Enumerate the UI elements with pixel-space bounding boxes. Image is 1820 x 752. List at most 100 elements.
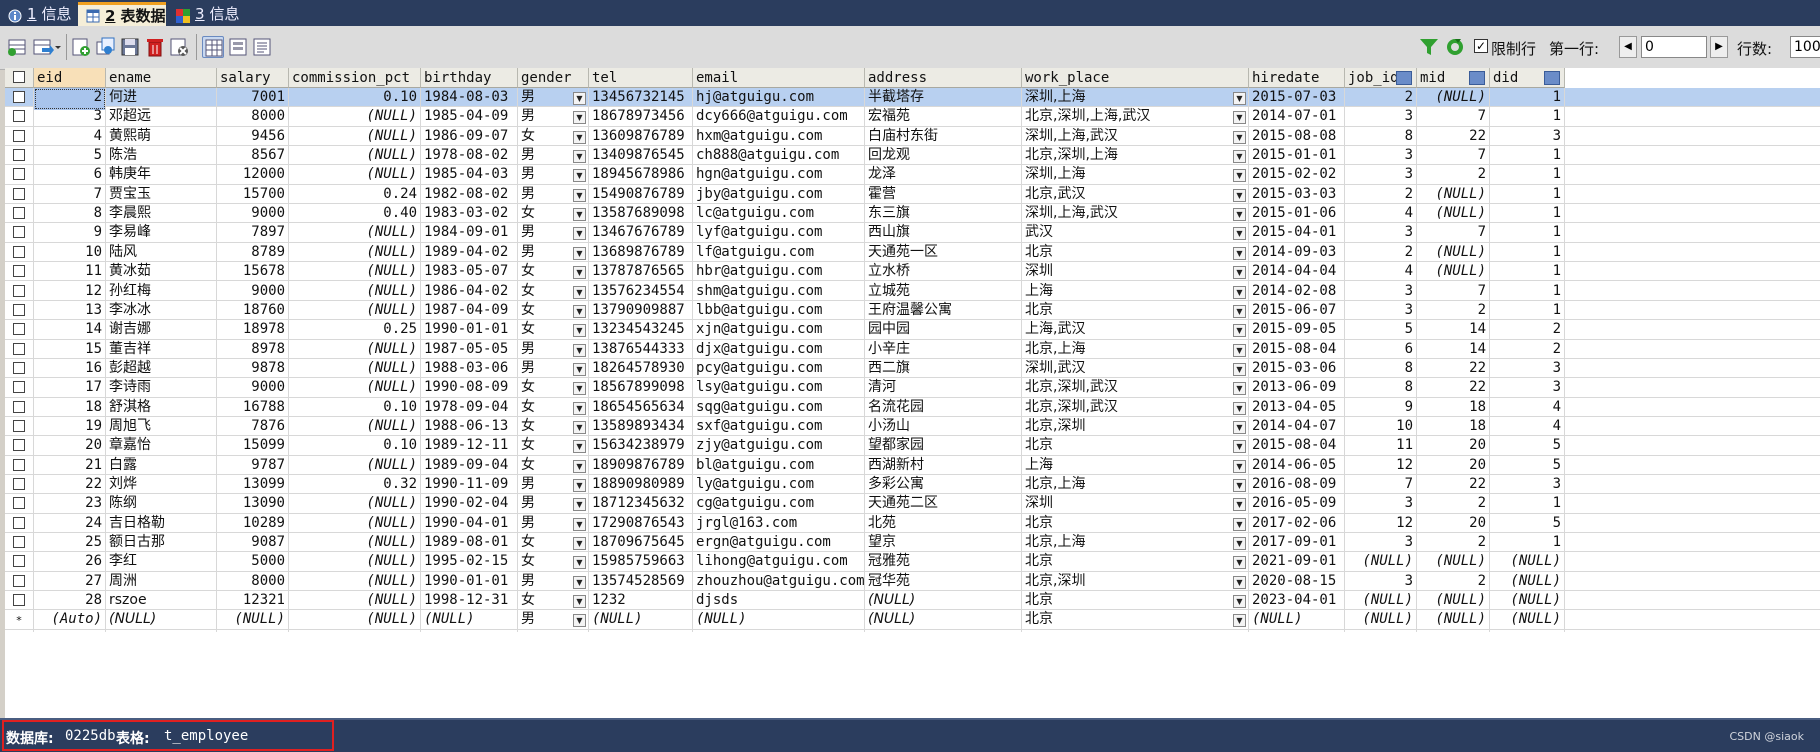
row-checkbox[interactable] [13, 91, 25, 103]
dropdown-arrow-icon[interactable]: ▼ [1233, 246, 1246, 260]
row-checkbox[interactable] [13, 168, 25, 181]
dropdown-arrow-icon[interactable]: ▼ [573, 537, 586, 551]
dropdown-arrow-icon[interactable]: ▼ [573, 382, 586, 396]
dropdown-arrow-icon[interactable]: ▼ [1233, 324, 1246, 338]
row-checkbox[interactable] [13, 458, 25, 471]
dropdown-arrow-icon[interactable]: ▼ [573, 246, 586, 260]
dropdown-arrow-icon[interactable]: ▼ [573, 556, 586, 570]
row-checkbox[interactable] [13, 245, 25, 258]
row-checkbox[interactable] [13, 187, 25, 200]
dropdown-arrow-icon[interactable]: ▼ [1233, 92, 1246, 105]
dropdown-arrow-icon[interactable]: ▼ [1233, 459, 1246, 473]
row-checkbox[interactable] [13, 342, 25, 355]
column-header-ename[interactable]: ename [106, 68, 217, 88]
dropdown-arrow-icon[interactable]: ▼ [1233, 130, 1246, 144]
dropdown-arrow-icon[interactable]: ▼ [573, 150, 586, 164]
dropdown-arrow-icon[interactable]: ▼ [573, 188, 586, 202]
dropdown-arrow-icon[interactable]: ▼ [1233, 498, 1246, 512]
form-view-icon[interactable] [227, 36, 249, 58]
row-checkbox[interactable] [13, 381, 25, 394]
table-row[interactable]: 10 陆风 8789 (NULL) 1989-04-02 男 ▼ 13689876789 lf@… [5, 242, 1820, 265]
table-row[interactable]: 28 rszoe 12321 (NULL) 1998-12-31 女 ▼ 1232 djsds (… [5, 591, 1820, 614]
table-row[interactable]: 26 李红 5000 (NULL) 1995-02-15 女 ▼ 15985759663 lih… [5, 552, 1820, 575]
dropdown-arrow-icon[interactable]: ▼ [1233, 169, 1246, 183]
export-menu-icon[interactable] [32, 36, 62, 58]
delete-icon[interactable] [144, 36, 166, 58]
table-row[interactable]: 17 李诗雨 9000 (NULL) 1990-08-09 女 ▼ 18567899098 ls… [5, 378, 1820, 401]
limit-rows-checkbox[interactable]: ✓ [1474, 39, 1488, 53]
dropdown-arrow-icon[interactable]: ▼ [1233, 575, 1246, 589]
table-row[interactable]: 22 刘烨 13099 0.32 1990-11-09 男 ▼ 18890980989 ly@a… [5, 475, 1820, 497]
cell-eid[interactable]: (Auto) [34, 610, 106, 633]
dropdown-arrow-icon[interactable]: ▼ [1233, 595, 1246, 609]
cell-gender[interactable]: 男 ▼ [518, 610, 589, 633]
table-row[interactable]: 12 孙红梅 9000 (NULL) 1986-04-02 女 ▼ 13576234554 sh… [5, 281, 1820, 304]
table-row[interactable]: 5 陈浩 8567 (NULL) 1978-08-02 男 ▼ 13409876545 ch88… [5, 146, 1820, 169]
row-checkbox[interactable] [13, 265, 25, 278]
row-checkbox[interactable] [13, 149, 25, 162]
add-row-icon[interactable] [70, 36, 92, 58]
save-icon[interactable] [119, 36, 141, 58]
cell-did[interactable]: (NULL) [1490, 610, 1565, 633]
dropdown-arrow-icon[interactable]: ▼ [1233, 208, 1246, 222]
insert-row-icon[interactable] [6, 36, 28, 58]
cell-address[interactable]: (NULL) [865, 610, 1022, 633]
dropdown-arrow-icon[interactable]: ▼ [573, 92, 586, 105]
column-header-gender[interactable]: gender [518, 68, 589, 88]
row-checkbox[interactable] [13, 226, 25, 239]
dropdown-arrow-icon[interactable]: ▼ [573, 420, 586, 434]
row-checkbox[interactable] [13, 400, 25, 413]
select-all-header[interactable] [5, 68, 34, 88]
row-checkbox[interactable] [13, 497, 25, 510]
dropdown-arrow-icon[interactable]: ▼ [1233, 227, 1246, 241]
dropdown-arrow-icon[interactable]: ▼ [573, 343, 586, 357]
row-checkbox[interactable] [13, 284, 25, 297]
dropdown-arrow-icon[interactable]: ▼ [1233, 401, 1246, 415]
row-checkbox[interactable] [13, 439, 25, 452]
dropdown-arrow-icon[interactable]: ▼ [573, 614, 586, 628]
dropdown-arrow-icon[interactable]: ▼ [573, 479, 586, 492]
select-all-checkbox[interactable] [13, 71, 25, 83]
tab-info-3[interactable]: 3 信息 [168, 2, 248, 26]
dropdown-arrow-icon[interactable]: ▼ [573, 498, 586, 512]
table-row[interactable]: 9 李易峰 7897 (NULL) 1984-09-01 男 ▼ 13467676789 lyf… [5, 223, 1820, 246]
dropdown-arrow-icon[interactable]: ▼ [573, 227, 586, 241]
table-row[interactable]: 13 李冰冰 18760 (NULL) 1987-04-09 女 ▼ 13790909887 l… [5, 300, 1820, 323]
row-checkbox[interactable] [13, 478, 25, 490]
dropdown-arrow-icon[interactable]: ▼ [1233, 343, 1246, 357]
cell-hiredate[interactable]: (NULL) [1249, 610, 1345, 633]
duplicate-row-icon[interactable] [95, 36, 117, 58]
next-page-button[interactable]: ▶ [1710, 36, 1728, 58]
dropdown-arrow-icon[interactable]: ▼ [1233, 420, 1246, 434]
column-header-did[interactable]: did [1490, 68, 1565, 88]
table-row[interactable]: 25 额日古那 9087 (NULL) 1989-08-01 女 ▼ 18709675645 e… [5, 533, 1820, 556]
column-header-hiredate[interactable]: hiredate [1249, 68, 1345, 88]
dropdown-arrow-icon[interactable]: ▼ [1233, 111, 1246, 125]
row-checkbox[interactable] [13, 129, 25, 142]
dropdown-arrow-icon[interactable]: ▼ [573, 362, 586, 376]
grid-view-icon[interactable] [202, 36, 224, 58]
dropdown-arrow-icon[interactable]: ▼ [573, 169, 586, 183]
table-row[interactable]: 23 陈纲 13090 (NULL) 1990-02-04 男 ▼ 18712345632 cg… [5, 494, 1820, 517]
column-header-email[interactable]: email [693, 68, 865, 88]
row-checkbox[interactable] [13, 516, 25, 529]
column-header-salary[interactable]: salary [217, 68, 289, 88]
dropdown-arrow-icon[interactable]: ▼ [1233, 150, 1246, 164]
dropdown-arrow-icon[interactable]: ▼ [573, 517, 586, 531]
table-row[interactable]: 18 舒淇格 16788 0.10 1978-09-04 女 ▼ 18654565634 sqg… [5, 397, 1820, 420]
row-checkbox[interactable] [13, 419, 25, 432]
row-checkbox[interactable] [13, 594, 25, 607]
table-row[interactable]: 20 章嘉怡 15099 0.10 1989-12-11 女 ▼ 15634238979 zjy… [5, 436, 1820, 459]
row-checkbox[interactable] [13, 574, 25, 587]
row-checkbox[interactable] [13, 555, 25, 568]
row-checkbox[interactable] [13, 361, 25, 374]
dropdown-arrow-icon[interactable]: ▼ [1233, 304, 1246, 318]
text-view-icon[interactable] [251, 36, 273, 58]
table-row[interactable]: 27 周洲 8000 (NULL) 1990-01-01 男 ▼ 13574528569 zho… [5, 571, 1820, 594]
cell-email[interactable]: (NULL) [693, 610, 865, 633]
cell-job-id[interactable]: (NULL) [1345, 610, 1417, 633]
row-count-input[interactable]: 1000 [1790, 36, 1820, 58]
column-header-birthday[interactable]: birthday [421, 68, 518, 88]
cell-commission-pct[interactable]: (NULL) [289, 610, 421, 633]
dropdown-arrow-icon[interactable]: ▼ [573, 285, 586, 299]
